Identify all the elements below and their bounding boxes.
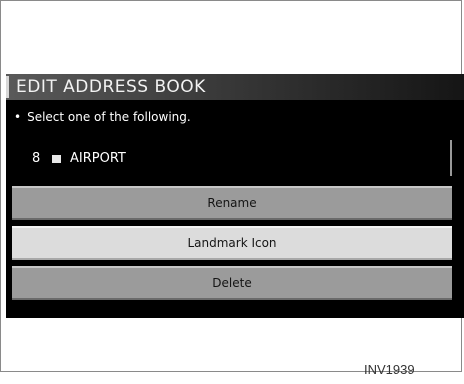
entry-name: AIRPORT (70, 151, 126, 166)
landmark-icon-button[interactable]: Landmark Icon (12, 226, 452, 260)
screen-title: EDIT ADDRESS BOOK (16, 77, 206, 97)
bullet-icon: • (14, 110, 22, 124)
title-bar: EDIT ADDRESS BOOK (6, 74, 464, 100)
instruction-prompt: • Select one of the following. (14, 110, 191, 124)
navigation-screen: EDIT ADDRESS BOOK • Select one of the fol… (6, 74, 464, 318)
entry-marker-icon (52, 155, 61, 163)
figure-caption: INV1939 (364, 362, 415, 377)
delete-button[interactable]: Delete (12, 266, 452, 300)
selected-address-entry: 8 AIRPORT (12, 140, 452, 176)
rename-button[interactable]: Rename (12, 186, 452, 220)
title-accent-bar (6, 76, 9, 98)
prompt-text: Select one of the following. (27, 110, 191, 124)
entry-number: 8 (32, 151, 41, 166)
